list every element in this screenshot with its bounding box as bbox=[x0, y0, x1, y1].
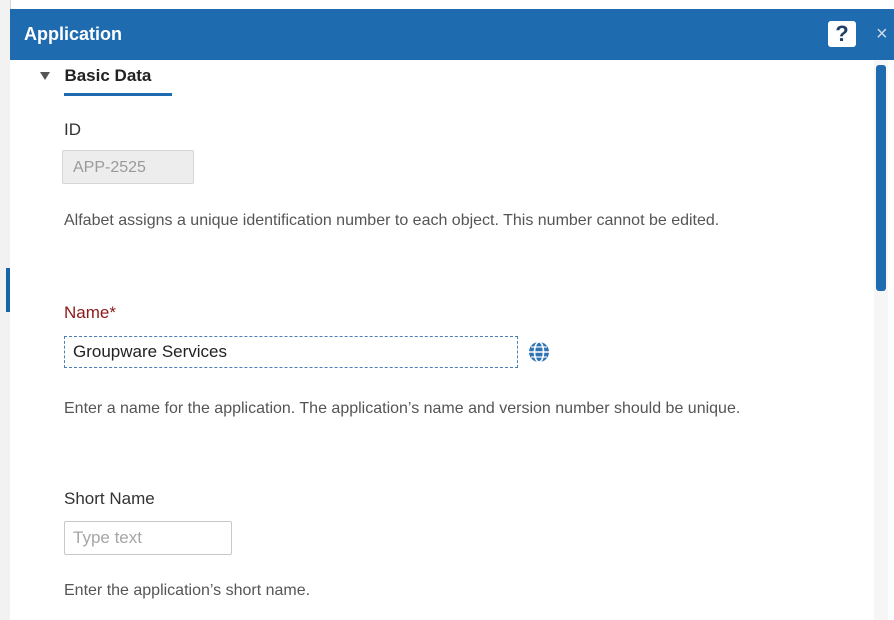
id-help-text: Alfabet assigns a unique identification … bbox=[64, 212, 720, 229]
dialog-title: Application bbox=[24, 24, 122, 44]
id-label: ID bbox=[64, 120, 81, 139]
section-header-basic-data[interactable]: Basic Data bbox=[40, 66, 151, 86]
section-title: Basic Data bbox=[64, 66, 152, 85]
collapse-triangle-icon[interactable] bbox=[40, 72, 50, 80]
short-name-label: Short Name bbox=[64, 489, 155, 508]
id-field: APP-2525 bbox=[62, 150, 194, 184]
form-panel: Basic Data ID APP-2525 Alfabet assigns a… bbox=[10, 60, 882, 620]
close-button[interactable]: × bbox=[876, 22, 894, 46]
short-name-help-text: Enter the application’s short name. bbox=[64, 582, 311, 599]
name-label: Name* bbox=[64, 303, 116, 322]
name-input[interactable] bbox=[64, 336, 518, 368]
name-help-text: Enter a name for the application. The ap… bbox=[64, 400, 741, 417]
dialog-header: Application ? × bbox=[10, 9, 894, 60]
help-button[interactable]: ? bbox=[828, 21, 856, 47]
globe-icon[interactable] bbox=[528, 341, 550, 363]
short-name-input[interactable] bbox=[64, 521, 232, 555]
scrollbar-thumb[interactable] bbox=[876, 65, 886, 291]
section-active-indicator bbox=[64, 93, 172, 96]
